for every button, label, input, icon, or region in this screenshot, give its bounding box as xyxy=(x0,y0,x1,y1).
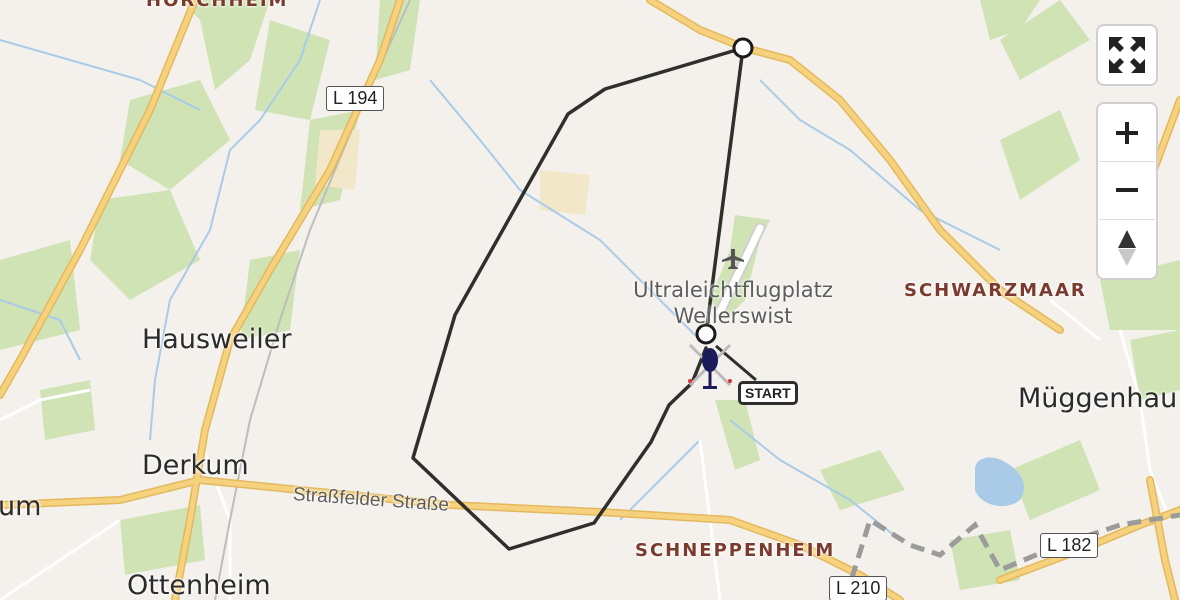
start-label: START xyxy=(738,381,798,405)
helicopter-icon[interactable] xyxy=(688,343,732,389)
waypoint-marker[interactable] xyxy=(732,37,754,59)
place-schneppenheim: SCHNEPPENHEIM xyxy=(635,540,836,561)
place-derkum: Derkum xyxy=(142,450,249,481)
minus-icon xyxy=(1116,188,1138,192)
road-shield-l194: L 194 xyxy=(326,86,385,111)
place-ottenheim: Ottenheim xyxy=(127,570,271,600)
airfield-name-line2: Weilerswist xyxy=(673,304,793,328)
zoom-control xyxy=(1096,102,1158,280)
zoom-out-button[interactable] xyxy=(1099,162,1155,218)
place-horchheim: HORCHHEIM xyxy=(146,0,289,11)
road-shield-l210: L 210 xyxy=(829,576,888,600)
airfield-label: Ultraleichtflugplatz Weilerswist xyxy=(628,277,838,329)
map[interactable]: HORCHHEIM Hausweiler Derkum um Ottenheim… xyxy=(0,0,1180,600)
airfield-name-line1: Ultraleichtflugplatz xyxy=(633,278,833,302)
place-schwarzmaar: SCHWARZMAAR xyxy=(904,280,1087,301)
zoom-in-button[interactable] xyxy=(1099,105,1155,161)
lake xyxy=(975,457,1025,507)
road-shield-l182: L 182 xyxy=(1040,533,1099,558)
plus-icon xyxy=(1116,122,1138,144)
fullscreen-icon xyxy=(1109,37,1145,73)
place-hausweiler: Hausweiler xyxy=(142,324,292,355)
fullscreen-control xyxy=(1096,24,1158,86)
compass-button[interactable] xyxy=(1099,220,1155,276)
fullscreen-button[interactable] xyxy=(1099,27,1155,83)
place-um: um xyxy=(0,491,42,522)
compass-icon xyxy=(1118,230,1136,266)
place-mueggenhausen: Müggenhau xyxy=(1018,383,1178,414)
